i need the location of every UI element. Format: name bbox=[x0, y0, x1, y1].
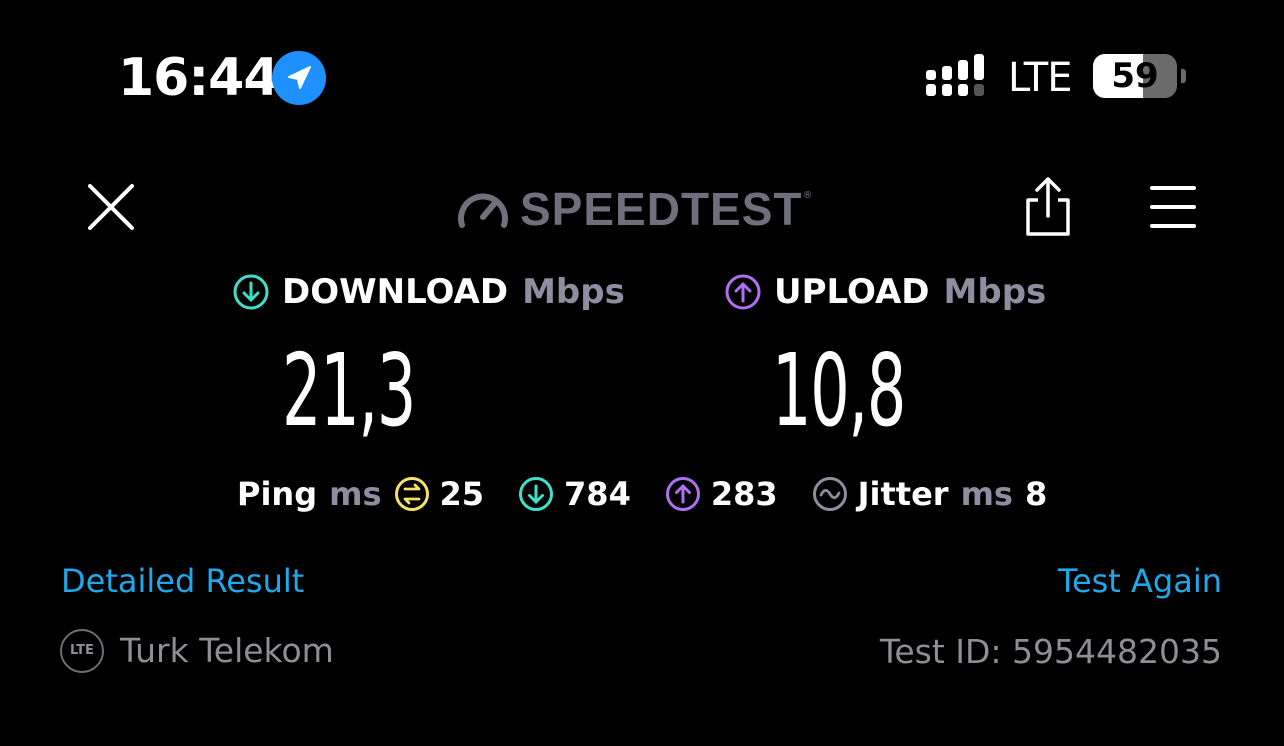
cellular-signal-icon bbox=[924, 52, 992, 100]
download-arrow-icon bbox=[233, 274, 269, 310]
battery-percent: 59 bbox=[1111, 56, 1159, 96]
latency-stats: Ping ms 25 784 283 Jitter ms 8 bbox=[237, 472, 1047, 516]
upload-unit: Mbps bbox=[943, 272, 1047, 312]
jitter-icon bbox=[812, 477, 847, 511]
test-again-link[interactable]: Test Again bbox=[1058, 561, 1222, 601]
speedometer-icon bbox=[458, 193, 508, 228]
upload-latency-icon bbox=[665, 477, 700, 511]
download-latency-icon bbox=[519, 477, 554, 511]
close-icon bbox=[88, 184, 134, 230]
ping-label: Ping bbox=[237, 475, 318, 513]
ping-idle-value: 25 bbox=[439, 475, 485, 513]
download-speed-value: 21,3 bbox=[282, 332, 416, 449]
ping-download-value: 784 bbox=[564, 475, 631, 513]
jitter-unit: ms bbox=[960, 475, 1013, 513]
detailed-result-link[interactable]: Detailed Result bbox=[61, 561, 304, 601]
speedtest-logo: SPEEDTEST ® bbox=[456, 182, 813, 236]
test-id: Test ID: 5954482035 bbox=[879, 632, 1222, 671]
jitter-value: 8 bbox=[1024, 475, 1048, 513]
idle-latency-icon bbox=[394, 477, 429, 511]
menu-icon bbox=[1150, 186, 1196, 228]
network-type: LTE bbox=[1008, 55, 1072, 101]
carrier-info: LTE Turk Telekom bbox=[60, 628, 334, 674]
location-arrow-icon bbox=[272, 51, 326, 105]
status-time: 16:44 bbox=[118, 48, 280, 108]
jitter-label: Jitter bbox=[857, 475, 949, 513]
battery-body: 59 bbox=[1093, 54, 1177, 98]
download-label: DOWNLOAD bbox=[282, 272, 509, 312]
ping-upload-value: 283 bbox=[710, 475, 778, 513]
upload-label: UPLOAD bbox=[774, 272, 930, 312]
close-button[interactable] bbox=[84, 180, 138, 234]
logo-text: SPEEDTEST bbox=[520, 183, 803, 235]
battery-nub bbox=[1181, 69, 1186, 83]
share-button[interactable] bbox=[1022, 176, 1074, 238]
ping-unit: ms bbox=[329, 475, 382, 513]
battery-indicator: 59 bbox=[1093, 54, 1186, 98]
share-icon bbox=[1026, 177, 1070, 236]
lte-badge-icon: LTE bbox=[60, 629, 104, 673]
menu-button[interactable] bbox=[1150, 184, 1196, 230]
upload-heading: UPLOAD Mbps bbox=[724, 272, 1046, 312]
upload-arrow-icon bbox=[725, 274, 761, 310]
carrier-name: Turk Telekom bbox=[120, 631, 334, 670]
download-unit: Mbps bbox=[522, 272, 625, 312]
logo-registered-mark: ® bbox=[802, 190, 813, 201]
upload-speed-value: 10,8 bbox=[772, 332, 906, 449]
download-heading: DOWNLOAD Mbps bbox=[232, 272, 625, 312]
